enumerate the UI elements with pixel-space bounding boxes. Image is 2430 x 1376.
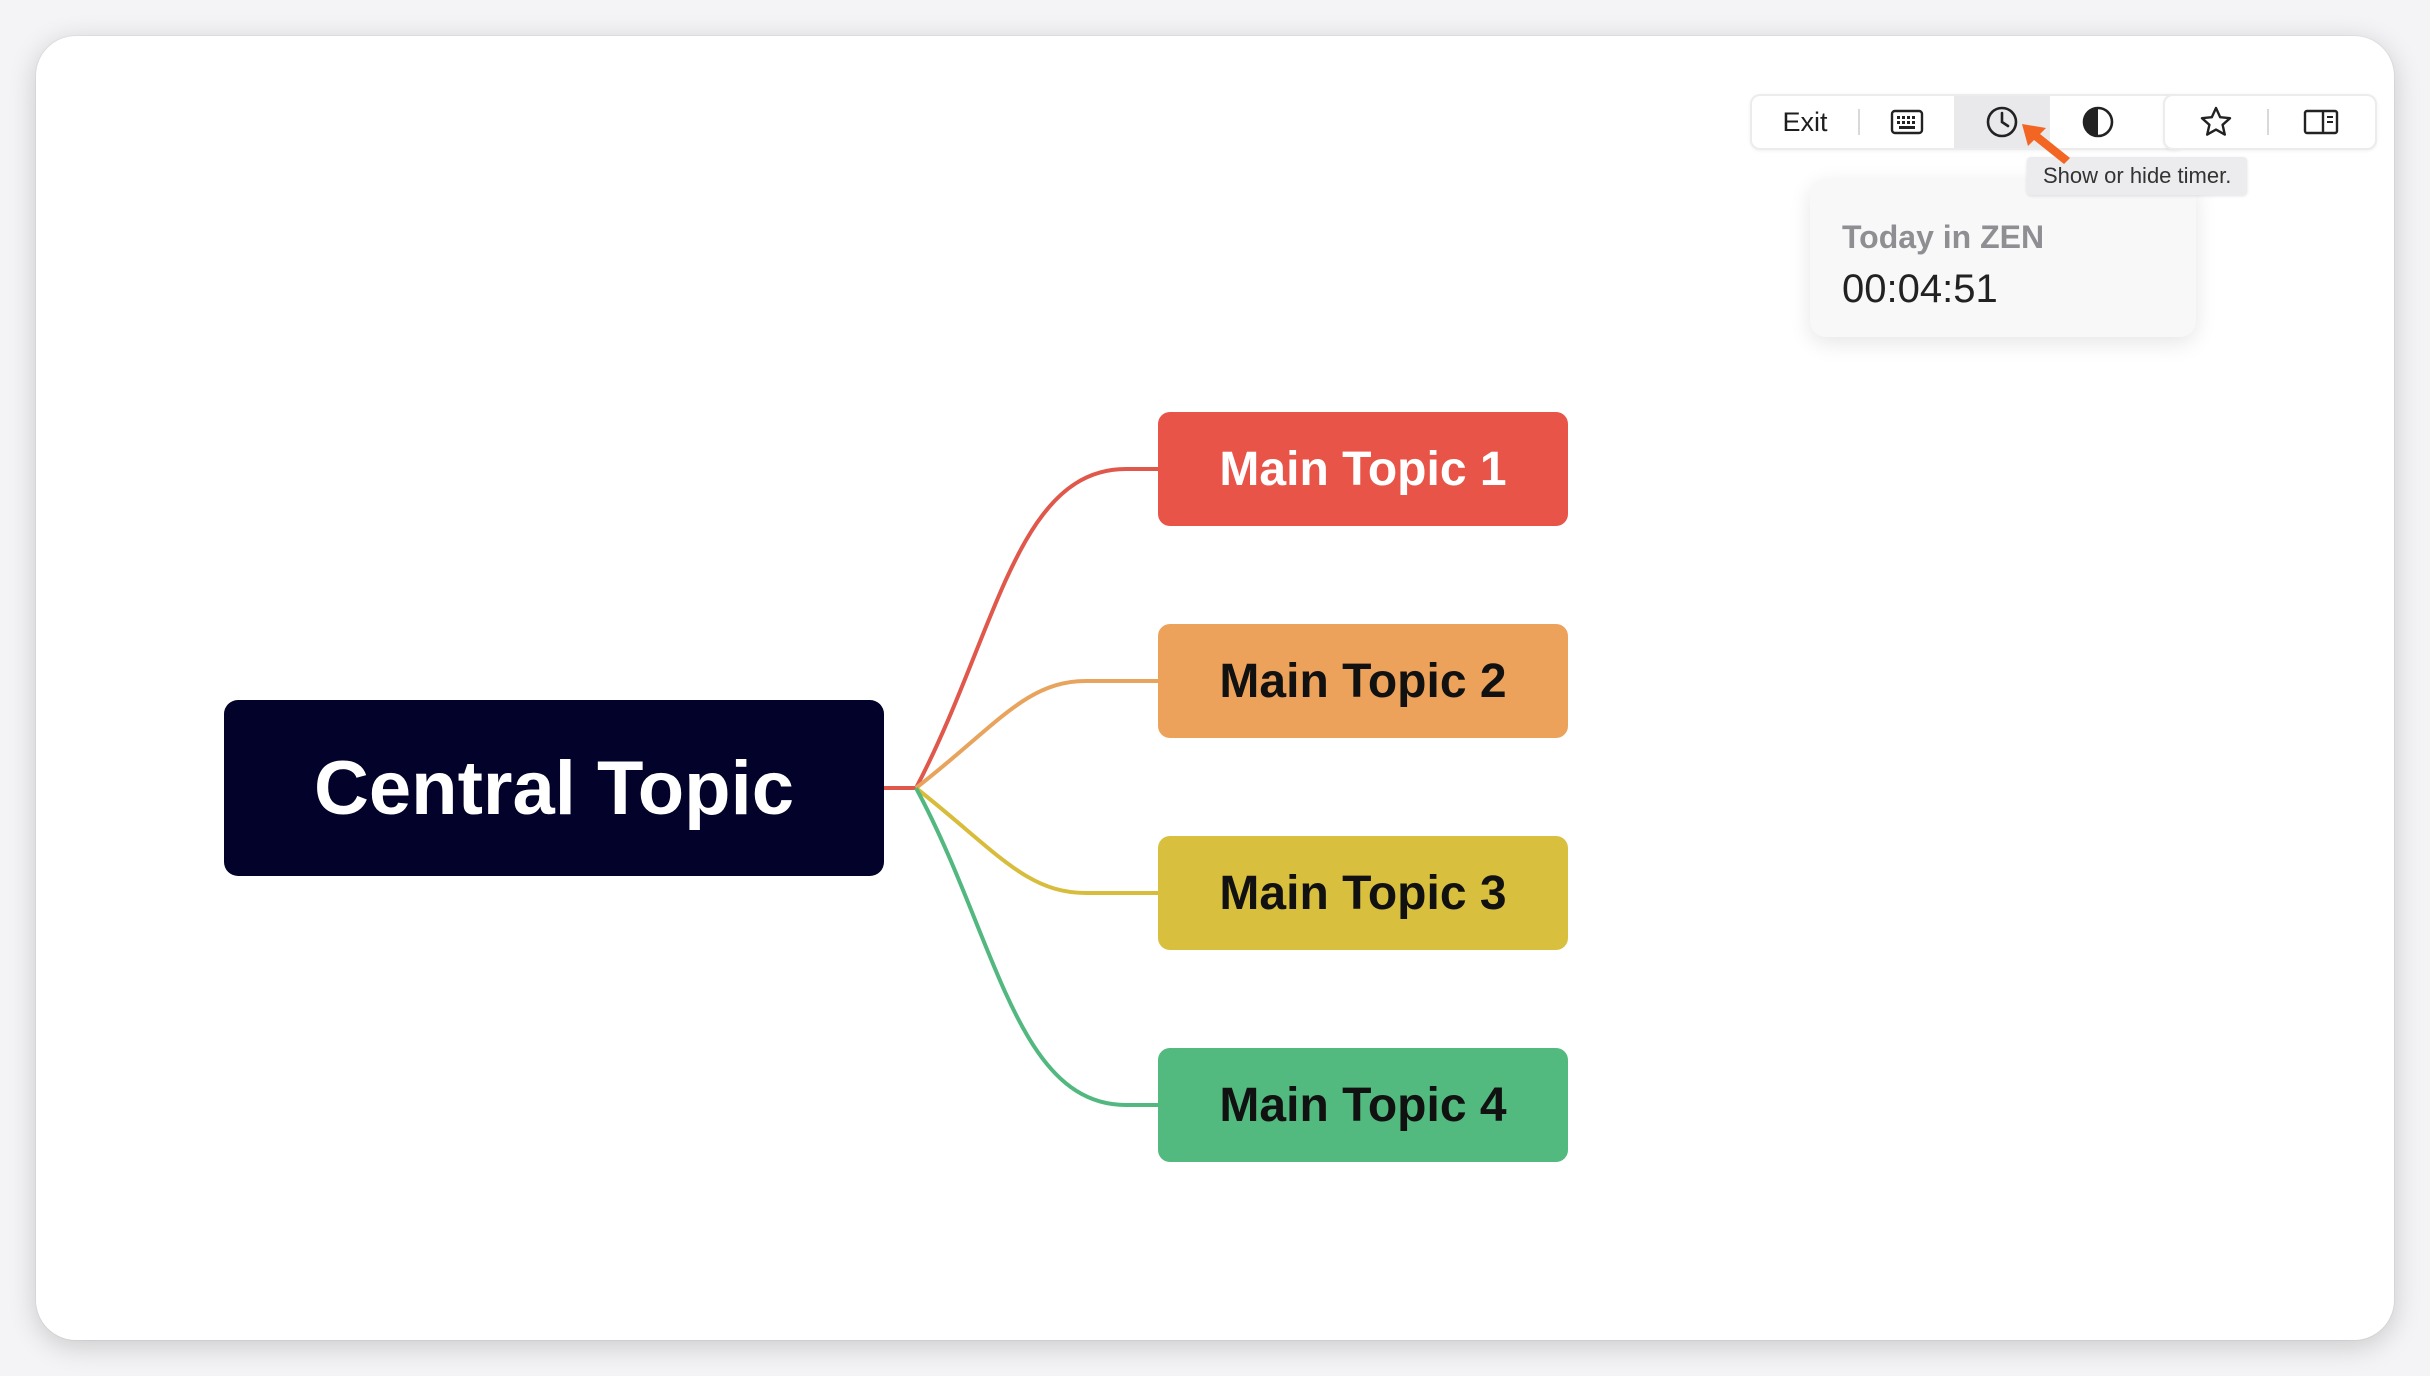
connector-topic-3 bbox=[914, 786, 1158, 895]
central-topic[interactable]: Central Topic bbox=[224, 700, 884, 876]
main-topic-3-label: Main Topic 3 bbox=[1219, 866, 1507, 920]
main-topic-1-label: Main Topic 1 bbox=[1219, 442, 1507, 496]
main-topic-2[interactable]: Main Topic 2 bbox=[1158, 624, 1568, 738]
contrast-icon bbox=[2081, 105, 2115, 139]
main-topic-3[interactable]: Main Topic 3 bbox=[1158, 836, 1568, 950]
connector-topic-4 bbox=[914, 787, 1158, 1107]
keyboard-icon bbox=[1890, 108, 1924, 136]
sidebar-toggle-button[interactable] bbox=[2269, 96, 2373, 148]
main-topic-2-label: Main Topic 2 bbox=[1219, 654, 1507, 708]
favorite-button[interactable] bbox=[2165, 96, 2267, 148]
exit-label: Exit bbox=[1782, 106, 1828, 137]
pointer-arrow-icon bbox=[2022, 124, 2070, 164]
central-topic-label: Central Topic bbox=[314, 745, 794, 831]
keyboard-button[interactable] bbox=[1860, 96, 1954, 148]
timer-title: Today in ZEN bbox=[1842, 219, 2045, 255]
exit-button[interactable]: Exit bbox=[1752, 96, 1858, 148]
sidebar-panel-icon bbox=[2303, 108, 2339, 136]
main-topic-4[interactable]: Main Topic 4 bbox=[1158, 1048, 1568, 1162]
main-topic-1[interactable]: Main Topic 1 bbox=[1158, 412, 1568, 526]
timer-value: 00:04:51 bbox=[1842, 267, 1998, 311]
zen-toolbar: Exit bbox=[1750, 94, 2185, 150]
zen-toolbar-secondary bbox=[2163, 94, 2377, 150]
main-topic-4-label: Main Topic 4 bbox=[1219, 1078, 1507, 1132]
connector-topic-1 bbox=[884, 467, 1158, 790]
star-icon bbox=[2199, 105, 2233, 139]
timer-popover: Today in ZEN 00:04:51 bbox=[1810, 179, 2196, 337]
connector-topic-2 bbox=[914, 679, 1158, 790]
clock-icon bbox=[1985, 105, 2019, 139]
zen-mode-window: Central Topic Main Topic 1 Main Topic 2 … bbox=[36, 36, 2394, 1340]
